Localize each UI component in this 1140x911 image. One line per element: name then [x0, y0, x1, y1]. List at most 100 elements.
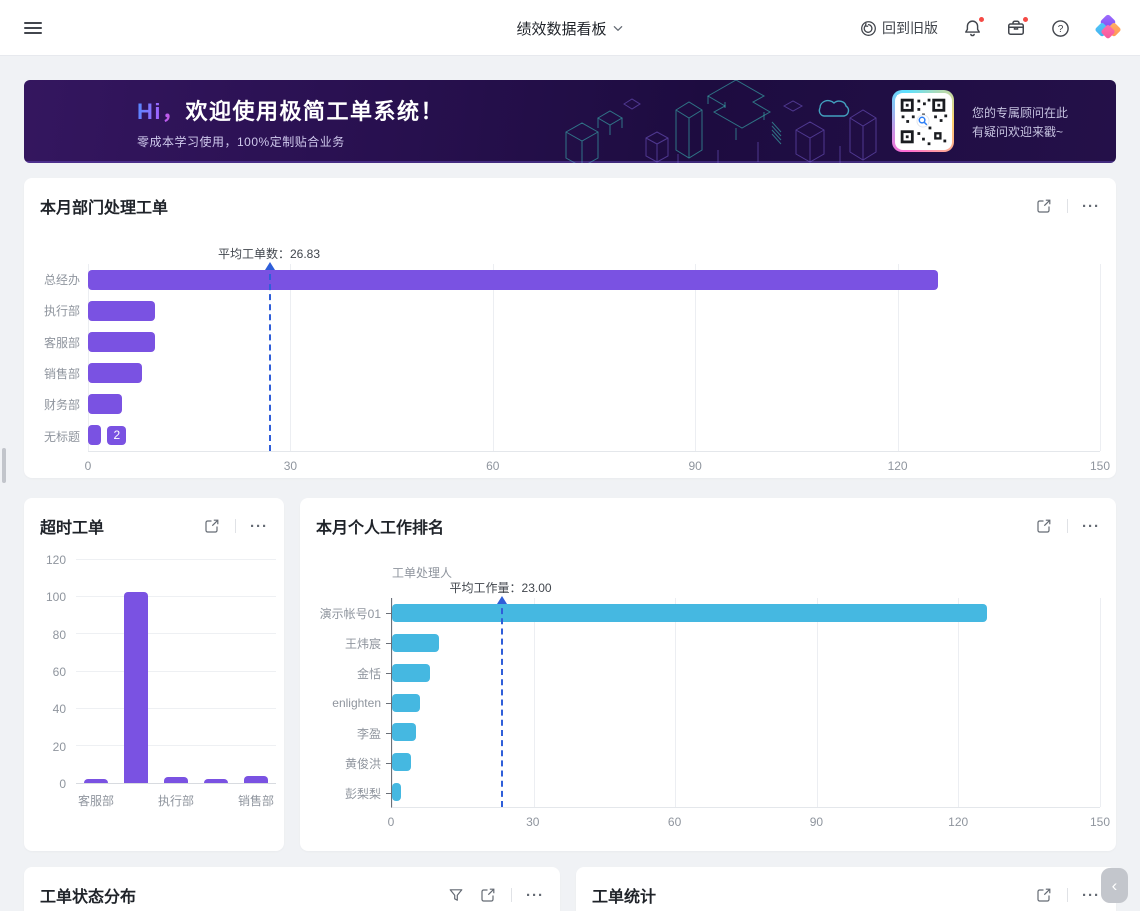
dashboard-switcher[interactable]: 绩效数据看板 [516, 0, 623, 56]
bar-1[interactable] [124, 592, 148, 783]
help-button[interactable]: ? [1050, 18, 1070, 38]
y-axis-labels: 总经办执行部客服部销售部财务部无标题 [40, 264, 88, 452]
more-icon[interactable]: ··· [526, 886, 544, 904]
banner-subtitle: 零成本学习使用，100%定制贴合业务 [137, 133, 444, 150]
category-label: 执行部 [156, 792, 196, 809]
bar-3[interactable] [204, 779, 228, 783]
open-in-new-icon[interactable] [1035, 517, 1053, 535]
category-label: 彭梨梨 [316, 778, 391, 808]
x-axis-labels: 客服部 执行部 销售部 [76, 784, 276, 809]
back-to-old-label: 回到旧版 [882, 18, 938, 38]
back-to-old-version-button[interactable]: 回到旧版 [860, 18, 938, 38]
bar-slot [236, 560, 276, 783]
svg-text:?: ? [1057, 24, 1063, 35]
category-label: 总经办 [40, 264, 88, 295]
scrollbar-thumb[interactable] [2, 448, 6, 483]
bar-row [392, 658, 1100, 688]
plot-area: 2平均工单数：26.83 [88, 264, 1100, 452]
more-icon[interactable]: ··· [1082, 886, 1100, 904]
card-department-tickets: 本月部门处理工单 ··· 总经办执行部客服部销售部财务部无标题 2平均工单数：2… [24, 178, 1116, 478]
app-logo[interactable] [1094, 14, 1122, 42]
bar-row [88, 264, 1100, 295]
category-label: 销售部 [236, 792, 276, 809]
average-line [501, 598, 503, 807]
bar-2[interactable] [88, 332, 155, 352]
bar-slot [156, 560, 196, 783]
workbench-button[interactable] [1006, 18, 1026, 38]
y-tick-label: 80 [53, 628, 66, 642]
axis-title: 工单处理人 [392, 564, 452, 581]
bar-4[interactable] [88, 394, 122, 414]
top-navbar: 绩效数据看板 回到旧版 [0, 0, 1140, 56]
category-label: 李盈 [316, 718, 391, 748]
bar-4[interactable] [244, 776, 268, 783]
restore-icon [860, 20, 877, 37]
banner-title: Hi，欢迎使用极简工单系统！ [137, 94, 444, 126]
open-in-new-icon[interactable] [203, 517, 221, 535]
bar-5[interactable] [392, 753, 411, 771]
y-tick-label: 40 [53, 702, 66, 716]
notification-badge-dot [978, 16, 985, 23]
bar-5[interactable] [88, 425, 101, 445]
bar-slot [116, 560, 156, 783]
dashboard-app: 绩效数据看板 回到旧版 [0, 0, 1140, 911]
category-label: 客服部 [40, 327, 88, 358]
bar-2[interactable] [392, 664, 430, 682]
divider [511, 888, 512, 902]
category-label [116, 792, 156, 809]
bar-3[interactable] [392, 694, 420, 712]
filter-icon[interactable] [447, 886, 465, 904]
y-tick-label: 100 [46, 590, 66, 604]
average-line-label: 平均工作量：23.00 [450, 579, 552, 596]
bar-1[interactable] [88, 301, 155, 321]
bar-row [392, 717, 1100, 747]
more-icon[interactable]: ··· [250, 517, 268, 535]
bar-3[interactable] [88, 363, 142, 383]
open-in-new-icon[interactable] [479, 886, 497, 904]
x-tick-label: 150 [1090, 815, 1110, 829]
open-in-new-icon[interactable] [1035, 886, 1053, 904]
notifications-button[interactable] [962, 18, 982, 38]
x-tick-label: 90 [810, 815, 823, 829]
divider [1067, 199, 1068, 213]
bar-0[interactable] [88, 270, 938, 290]
x-tick-label: 150 [1090, 459, 1110, 473]
x-tick-label: 120 [888, 459, 908, 473]
x-tick-label: 120 [948, 815, 968, 829]
qr-code[interactable] [892, 90, 954, 152]
card-personal-ranking: 本月个人工作排名 ··· 演示帐号01王炜宸金恬enlighten李盈黄俊洪彭梨… [300, 498, 1116, 851]
bar-4[interactable] [392, 723, 416, 741]
average-line-label: 平均工单数：26.83 [218, 245, 320, 262]
more-icon[interactable]: ··· [1082, 517, 1100, 535]
banner-text: Hi，欢迎使用极简工单系统！ 零成本学习使用，100%定制贴合业务 [137, 94, 444, 150]
y-tick-label: 20 [53, 740, 66, 754]
divider [235, 519, 236, 533]
category-label: 演示帐号01 [316, 598, 391, 628]
x-tick-label: 0 [85, 459, 92, 473]
plot-area [76, 560, 276, 784]
card-title: 工单统计 [592, 883, 656, 907]
qr-caption: 您的专属顾问在此 有疑问欢迎来戳~ [972, 104, 1092, 142]
y-tick-label: 60 [53, 665, 66, 679]
chevron-down-icon [613, 23, 624, 34]
y-tick-label: 120 [46, 553, 66, 567]
collapse-drawer-toggle[interactable]: ‹ [1101, 868, 1128, 903]
category-label [196, 792, 236, 809]
menu-icon[interactable] [24, 19, 42, 37]
average-line-arrow [265, 262, 275, 270]
personal-ranking-bar-chart: 演示帐号01王炜宸金恬enlighten李盈黄俊洪彭梨梨 平均工作量：23.00… [300, 538, 1116, 832]
navbar-actions: 回到旧版 [860, 0, 1122, 56]
category-label: 无标题 [40, 421, 88, 452]
bar-2[interactable] [164, 777, 188, 783]
average-line [269, 264, 271, 451]
more-icon[interactable]: ··· [1082, 197, 1100, 215]
bar-6[interactable] [392, 783, 401, 801]
bar-0[interactable] [392, 604, 987, 622]
bar-0[interactable] [84, 779, 108, 783]
category-label: 客服部 [76, 792, 116, 809]
bar-1[interactable] [392, 634, 439, 652]
x-axis: 0306090120150 [88, 452, 1100, 476]
x-tick-label: 60 [668, 815, 681, 829]
open-in-new-icon[interactable] [1035, 197, 1053, 215]
card-status-distribution: 工单状态分布 ··· [24, 867, 560, 911]
